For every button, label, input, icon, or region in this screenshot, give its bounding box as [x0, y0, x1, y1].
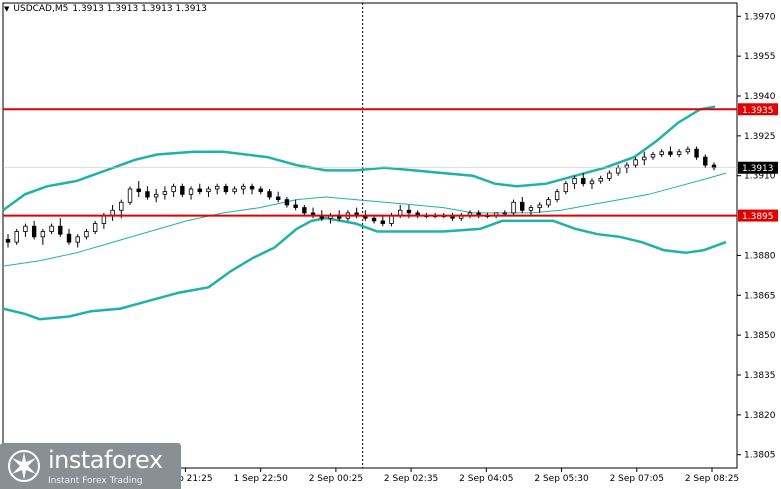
candle-body — [554, 191, 560, 201]
price-tick-label: 1.3865 — [744, 291, 776, 301]
candle-body — [389, 215, 394, 224]
candle-body — [380, 220, 385, 224]
candle-body — [5, 239, 11, 243]
candle-body — [23, 225, 28, 232]
price-axis: 1.39701.39551.39401.39251.39101.38801.38… — [737, 12, 776, 461]
time-tick-label: 1 Sep 22:50 — [233, 474, 288, 484]
candle-body — [267, 191, 272, 198]
plot-frame — [2, 2, 738, 469]
candle-body — [214, 185, 220, 190]
candle-body — [511, 201, 516, 214]
candle-body — [537, 204, 542, 208]
price-tick-label: 1.3880 — [744, 251, 776, 261]
candle-body — [607, 172, 612, 179]
candle-body — [206, 188, 211, 193]
time-tick-label: 2 Sep 02:35 — [384, 474, 438, 484]
candle-body — [668, 151, 673, 155]
candle-body — [49, 225, 54, 232]
chart-canvas[interactable]: 1.39701.39551.39401.39251.39101.38801.38… — [0, 0, 781, 489]
symbol-dropdown-icon[interactable]: ▼ — [4, 5, 9, 13]
time-tick-label: 2 Sep 08:25 — [685, 474, 739, 484]
candle-body — [650, 154, 656, 158]
candle-body — [31, 225, 37, 238]
symbol-label: USDCAD,M5 — [13, 4, 69, 14]
candle-body — [581, 177, 586, 185]
candle-body — [223, 185, 229, 193]
time-tick-label: 2 Sep 04:05 — [459, 474, 513, 484]
price-tick-label: 1.3925 — [744, 132, 776, 142]
candle-body — [258, 188, 263, 193]
candle-body — [40, 231, 46, 238]
candle-body — [563, 183, 569, 193]
candle-body — [711, 164, 717, 169]
candle-body — [197, 188, 202, 193]
candle-body — [546, 199, 551, 206]
current-price-label: 1.3913 — [742, 164, 774, 174]
candle-body — [685, 148, 691, 153]
candle-body — [528, 207, 534, 211]
candle-body — [676, 151, 682, 155]
time-tick-label: 2 Sep 05:30 — [534, 474, 589, 484]
candle-body — [520, 201, 525, 211]
candle-body — [703, 156, 708, 166]
candle-body — [92, 223, 98, 232]
candle-body — [101, 215, 107, 224]
candle-body — [188, 188, 194, 195]
candle-body — [659, 151, 664, 155]
candle-body — [84, 231, 89, 238]
candle-body — [14, 231, 19, 243]
candle-body — [589, 180, 595, 185]
candle-body — [66, 233, 72, 243]
time-tick-label: 2 Sep 07:05 — [610, 474, 664, 484]
watermark-brand: instaforex — [48, 446, 163, 474]
ohlc-quote: 1.3913 1.3913 1.3913 1.3913 — [72, 4, 207, 14]
candle-body — [145, 191, 150, 198]
price-tick-label: 1.3955 — [744, 52, 776, 62]
level-label-text: 1.3895 — [742, 212, 774, 222]
candle-body — [119, 201, 124, 211]
time-tick-label: 2 Sep 00:25 — [309, 474, 363, 484]
candle-body — [502, 212, 508, 215]
price-tick-label: 1.3835 — [744, 371, 776, 381]
candle-body — [180, 185, 185, 195]
candle-body — [642, 156, 647, 161]
candle-body — [293, 204, 298, 208]
candle-body — [624, 164, 630, 169]
candle-body — [232, 188, 237, 193]
candle-body — [406, 209, 412, 214]
candle-body — [615, 167, 621, 174]
candle-body — [302, 207, 307, 214]
chart-header: ▼ USDCAD,M5 1.3913 1.3913 1.3913 1.3913 — [4, 4, 207, 14]
candle-body — [58, 225, 63, 235]
price-tick-label: 1.3940 — [744, 92, 776, 102]
candle-body — [275, 196, 281, 201]
chart-window: 1.3970 1.3955 1.3940 1.3925 1.3910 1.3880 1.38… — [0, 0, 781, 489]
candle-body — [694, 148, 699, 158]
candle-body — [162, 191, 168, 195]
candle-body — [371, 217, 377, 222]
candle-body — [284, 199, 290, 206]
price-tick-label: 1.3820 — [744, 411, 776, 421]
price-tick-label: 1.3850 — [744, 331, 776, 341]
candle-body — [241, 185, 246, 190]
candle-body — [572, 177, 577, 185]
candle-body — [153, 193, 159, 198]
candle-body — [75, 236, 80, 243]
price-tick-label: 1.3970 — [744, 12, 776, 22]
price-tick-label: 1.3805 — [744, 451, 776, 461]
candle-body — [127, 188, 133, 203]
instaforex-logo-icon — [8, 450, 40, 482]
watermark-tagline: Instant Forex Trading — [48, 476, 143, 486]
candle-body — [136, 188, 141, 193]
candle-body — [249, 185, 255, 190]
candle-body — [633, 159, 638, 166]
level-label-text: 1.3935 — [742, 106, 774, 116]
instaforex-watermark: instaforex Instant Forex Trading — [0, 443, 181, 489]
candle-body — [171, 185, 176, 193]
candle-body — [598, 177, 603, 182]
